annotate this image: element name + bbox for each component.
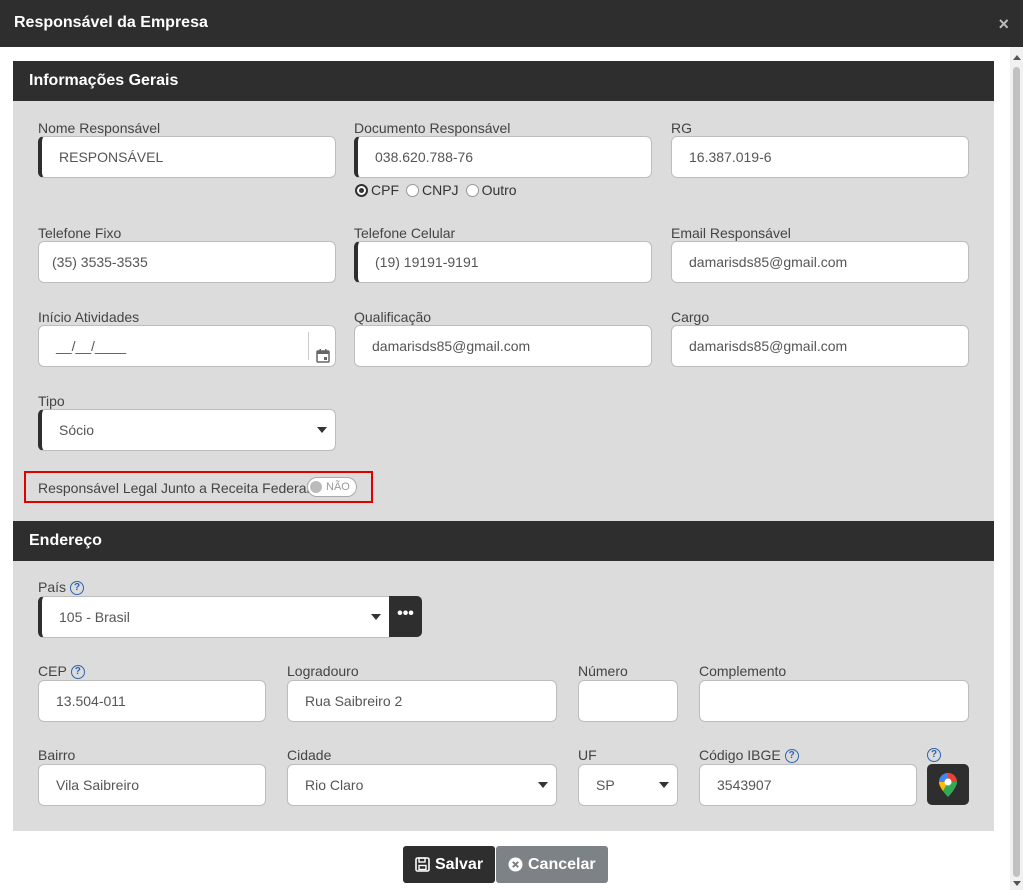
telefone-fixo-label: Telefone Fixo [38, 225, 122, 241]
close-icon[interactable]: × [998, 14, 1009, 35]
modal-title: Responsável da Empresa [14, 14, 208, 31]
pais-more-button[interactable]: ••• [389, 596, 422, 637]
legal-toggle[interactable]: NÃO [307, 477, 357, 497]
nome-label: Nome Responsável [38, 120, 161, 136]
radio-cpf-circle [355, 183, 368, 197]
radio-outro[interactable]: Outro [465, 182, 517, 198]
telefone-fixo-input[interactable]: (35) 3535-3535 [38, 241, 336, 283]
tipo-select[interactable]: Sócio [38, 409, 336, 451]
inicio-value: __/__/____ [56, 338, 127, 354]
cep-label-text: CEP [38, 663, 67, 679]
cidade-select[interactable]: Rio Claro [287, 764, 557, 806]
pais-select[interactable]: 105 - Brasil [38, 596, 390, 638]
pais-label: País? [38, 579, 85, 596]
modal-titlebar: Responsável da Empresa × [0, 0, 1023, 47]
cargo-input[interactable]: damarisds85@gmail.com [671, 325, 969, 367]
help-icon[interactable]: ? [70, 581, 85, 596]
scroll-up-icon[interactable] [1013, 55, 1021, 60]
radio-outro-label: Outro [481, 182, 517, 198]
tipo-label: Tipo [38, 393, 65, 409]
email-input[interactable]: damarisds85@gmail.com [671, 241, 969, 283]
documento-input[interactable]: 038.620.788-76 [354, 136, 652, 178]
radio-cnpj[interactable]: CNPJ [406, 182, 459, 198]
help-icon[interactable]: ? [70, 665, 85, 680]
logradouro-input[interactable]: Rua Saibreiro 2 [287, 680, 557, 722]
inicio-input[interactable]: __/__/____ [38, 325, 336, 367]
section-body-general: Nome Responsável RESPONSÁVEL Documento R… [13, 101, 994, 521]
scroll-down-icon[interactable] [1013, 881, 1021, 886]
radio-outro-circle [465, 183, 479, 197]
save-icon [415, 857, 430, 872]
radio-cpf[interactable]: CPF [355, 182, 399, 198]
nome-input[interactable]: RESPONSÁVEL [38, 136, 336, 178]
section-body-address: País? 105 - Brasil ••• CEP? 13.504-011 L… [13, 561, 994, 831]
help-icon[interactable]: ? [927, 748, 941, 762]
uf-label: UF [578, 747, 597, 763]
pais-label-text: País [38, 579, 67, 595]
logradouro-label: Logradouro [287, 663, 359, 679]
cidade-value: Rio Claro [305, 777, 364, 793]
cancel-icon [508, 857, 523, 872]
calendar-icon[interactable] [316, 338, 330, 378]
complemento-label: Complemento [699, 663, 787, 679]
numero-label: Número [578, 663, 628, 679]
save-label: Salvar [435, 855, 484, 873]
cancel-button[interactable]: Cancelar [496, 846, 608, 883]
tipo-value: Sócio [59, 422, 95, 438]
chevron-down-icon [538, 782, 548, 788]
telefone-celular-label: Telefone Celular [354, 225, 456, 241]
vertical-scrollbar[interactable] [1010, 47, 1023, 890]
cidade-label: Cidade [287, 747, 332, 763]
qualificacao-label: Qualificação [354, 309, 432, 325]
section-header-general: Informações Gerais [13, 61, 994, 101]
toggle-knob [310, 481, 322, 493]
date-divider [308, 332, 309, 360]
chevron-down-icon [659, 782, 669, 788]
legal-label: Responsável Legal Junto a Receita Federa… [38, 480, 310, 496]
cep-input[interactable]: 13.504-011 [38, 680, 266, 722]
telefone-celular-input[interactable]: (19) 19191-9191 [354, 241, 652, 283]
inicio-label: Início Atividades [38, 309, 140, 325]
section-header-address: Endereço [13, 521, 994, 561]
radio-cnpj-label: CNPJ [422, 182, 459, 198]
ibge-label: Código IBGE? [699, 747, 799, 764]
documento-label: Documento Responsável [354, 120, 511, 136]
radio-cnpj-circle [406, 183, 419, 197]
numero-input[interactable] [578, 680, 678, 722]
modal-content: Informações Gerais Nome Responsável RESP… [0, 47, 1023, 890]
cargo-label: Cargo [671, 309, 710, 325]
legal-toggle-text: NÃO [326, 481, 350, 493]
ibge-label-text: Código IBGE [699, 747, 781, 763]
map-pin-icon [939, 773, 957, 802]
qualificacao-input[interactable]: damarisds85@gmail.com [354, 325, 652, 367]
save-button[interactable]: Salvar [403, 846, 496, 883]
rg-label: RG [671, 120, 692, 136]
complemento-input[interactable] [699, 680, 969, 722]
radio-cpf-label: CPF [371, 182, 399, 198]
email-label: Email Responsável [671, 225, 791, 241]
help-icon[interactable]: ? [784, 749, 799, 764]
pais-value: 105 - Brasil [59, 609, 130, 625]
cancel-label: Cancelar [528, 855, 596, 873]
doc-type-radios: CPF CNPJ Outro [355, 182, 520, 198]
scroll-thumb[interactable] [1013, 67, 1020, 877]
legal-highlight-box: Responsável Legal Junto a Receita Federa… [24, 471, 373, 503]
rg-input[interactable]: 16.387.019-6 [671, 136, 969, 178]
bairro-input[interactable]: Vila Saibreiro [38, 764, 266, 806]
chevron-down-icon [371, 614, 381, 620]
chevron-down-icon [317, 427, 327, 433]
bairro-label: Bairro [38, 747, 76, 763]
ibge-input[interactable]: 3543907 [699, 764, 917, 806]
cep-label: CEP? [38, 663, 85, 680]
uf-value: SP [596, 777, 615, 793]
uf-select[interactable]: SP [578, 764, 678, 806]
map-button[interactable] [927, 764, 969, 805]
